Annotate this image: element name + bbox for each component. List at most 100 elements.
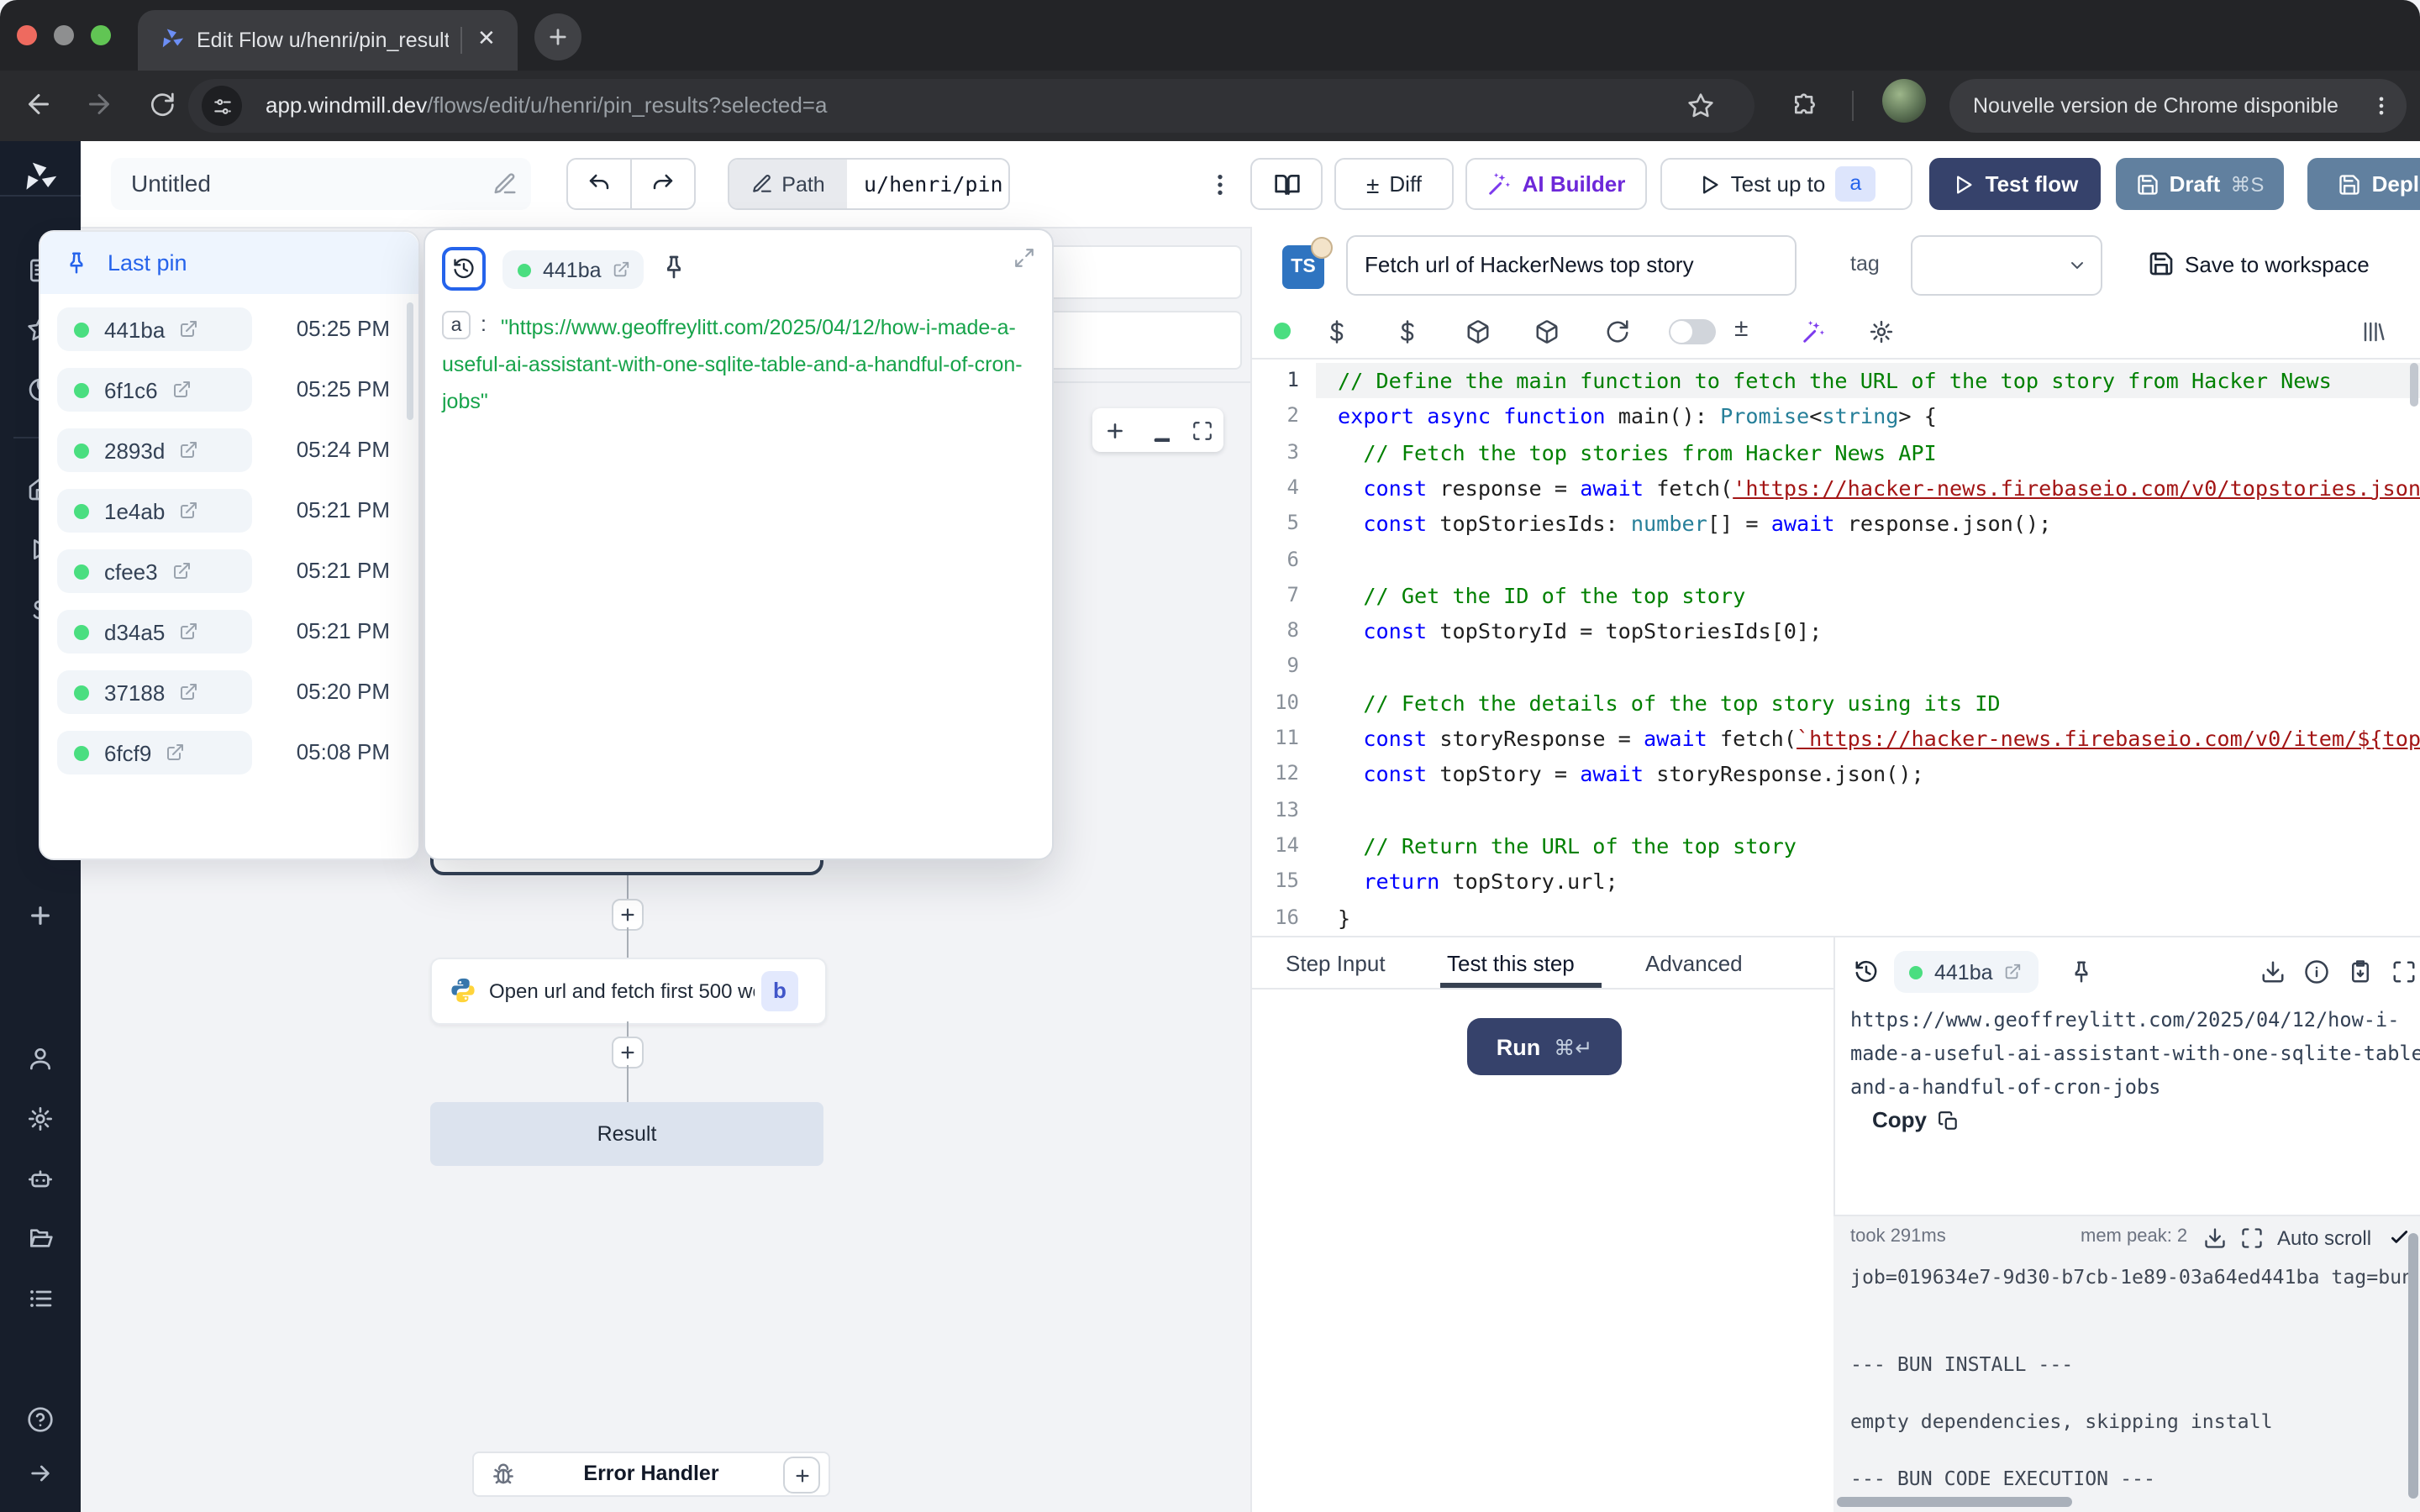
window-zoom-button[interactable] [91, 25, 111, 45]
pin-id-chip[interactable]: 1e4ab [57, 489, 252, 533]
result-history-icon[interactable] [1854, 959, 1879, 984]
external-link-icon[interactable] [178, 622, 198, 642]
browser-tab[interactable]: Edit Flow u/henri/pin_results ✕ [138, 10, 518, 71]
pin-id-chip[interactable]: 441ba [502, 250, 644, 289]
sidebar-item-workers-robot-icon[interactable] [27, 1166, 54, 1193]
site-settings-button[interactable] [202, 86, 242, 126]
path-control[interactable]: Path u/henri/pin [728, 158, 1010, 210]
ai-builder-button[interactable]: AI Builder [1465, 158, 1647, 210]
zoom-out-icon[interactable] [1147, 419, 1169, 441]
pin-row[interactable]: 6fcf9 05:08 PM [40, 727, 418, 778]
pin-icon[interactable] [660, 254, 687, 281]
external-link-icon[interactable] [178, 440, 198, 460]
pin-row[interactable]: d34a5 05:21 PM [40, 606, 418, 657]
log-output[interactable]: job=019634e7-9d30-b7cb-1e89-03a64ed441ba… [1850, 1216, 2412, 1512]
external-link-icon[interactable] [171, 380, 192, 400]
external-link-icon[interactable] [165, 743, 185, 763]
pin-id-chip[interactable]: d34a5 [57, 610, 252, 654]
pin-row[interactable]: 2893d 05:24 PM [40, 425, 418, 475]
deploy-button[interactable]: Deploy [2307, 158, 2420, 210]
diff-button[interactable]: ± Diff [1334, 158, 1454, 210]
logs-vertical-scrollbar[interactable] [2408, 1233, 2418, 1499]
draft-button[interactable]: Draft ⌘S [2116, 158, 2284, 210]
undo-button[interactable] [566, 158, 632, 210]
run-button[interactable]: Run ⌘↵ [1467, 1018, 1622, 1075]
code-editor[interactable]: 1// Define the main function to fetch th… [1252, 227, 2420, 936]
chrome-update-button[interactable]: Nouvelle version de Chrome disponible [1949, 79, 2407, 133]
edit-name-pencil-icon[interactable] [492, 171, 518, 197]
error-handler-node[interactable]: Error Handler [472, 1452, 830, 1497]
result-pin-chip[interactable]: 441ba [1894, 951, 2039, 993]
extensions-icon[interactable] [1791, 92, 1818, 119]
tab-step-input[interactable]: Step Input [1286, 951, 1386, 976]
pin-id-chip[interactable]: 6fcf9 [57, 731, 252, 774]
sidebar-item-add-icon[interactable] [27, 902, 54, 929]
result-node[interactable]: Result [430, 1102, 823, 1166]
profile-avatar[interactable] [1882, 79, 1926, 123]
more-options-kebab-icon[interactable] [1207, 171, 1234, 198]
tab-advanced[interactable]: Advanced [1645, 951, 1743, 976]
flow-name-field[interactable]: Untitled [111, 158, 531, 210]
logs-horizontal-scrollbar[interactable] [1837, 1497, 2072, 1507]
add-error-handler-button[interactable] [783, 1457, 820, 1494]
test-up-to-step-badge[interactable]: a [1835, 166, 1876, 202]
sidebar-item-folders-icon[interactable] [27, 1225, 54, 1252]
pin-id-chip[interactable]: 2893d [57, 428, 252, 472]
flow-node-b[interactable]: Open url and fetch first 500 words of ..… [430, 958, 827, 1025]
pin-time: 05:20 PM [272, 667, 390, 717]
external-link-icon[interactable] [2003, 963, 2022, 981]
tab-test-this-step[interactable]: Test this step [1447, 951, 1575, 976]
windmill-logo-icon[interactable] [22, 160, 59, 197]
external-link-icon[interactable] [612, 260, 630, 279]
external-link-icon[interactable] [171, 561, 192, 581]
sidebar-item-resources-list-icon[interactable] [27, 1285, 54, 1312]
insert-step-button[interactable] [612, 899, 644, 931]
external-link-icon[interactable] [178, 319, 198, 339]
redo-button[interactable] [630, 158, 696, 210]
path-label-segment[interactable]: Path [729, 160, 847, 208]
maximize-result-icon[interactable] [2391, 959, 2417, 984]
zoom-in-icon[interactable] [1103, 419, 1125, 441]
pin-row[interactable]: 37188 05:20 PM [40, 667, 418, 717]
pin-id-chip[interactable]: 6f1c6 [57, 368, 252, 412]
insert-step-button[interactable] [612, 1037, 644, 1068]
info-icon[interactable] [2304, 959, 2329, 984]
chrome-menu-kebab-icon[interactable] [2370, 94, 2393, 118]
sidebar-item-settings-icon[interactable] [27, 1105, 54, 1132]
forward-icon[interactable] [84, 89, 114, 119]
back-icon[interactable] [24, 89, 54, 119]
window-minimize-button[interactable] [54, 25, 74, 45]
pin-row[interactable]: 1e4ab 05:21 PM [40, 486, 418, 536]
sidebar-item-user-icon[interactable] [27, 1045, 54, 1072]
success-dot [74, 322, 89, 337]
pin-row[interactable]: 441ba 05:25 PM [40, 304, 418, 354]
address-bar[interactable]: app.windmill.dev/flows/edit/u/henri/pin_… [188, 79, 1754, 133]
pin-row[interactable]: 6f1c6 05:25 PM [40, 365, 418, 415]
pin-id-chip[interactable]: 37188 [57, 670, 252, 714]
external-link-icon[interactable] [178, 682, 198, 702]
window-close-button[interactable] [17, 25, 37, 45]
fit-view-icon[interactable] [1191, 419, 1213, 441]
new-tab-button[interactable] [534, 13, 581, 60]
pin-history-button[interactable] [442, 247, 486, 291]
pin-id-chip[interactable]: cfee3 [57, 549, 252, 593]
copy-button[interactable]: Copy [1872, 1107, 1927, 1132]
docs-book-button[interactable] [1250, 158, 1323, 210]
clipboard-paste-icon[interactable] [2348, 959, 2373, 984]
copy-icon[interactable] [1938, 1110, 1960, 1132]
bookmark-star-icon[interactable] [1687, 92, 1714, 119]
expand-popup-icon[interactable] [1013, 247, 1035, 269]
pin-icon[interactable] [2069, 959, 2094, 984]
code-scrollbar[interactable] [2410, 363, 2418, 407]
pin-list-scrollbar[interactable] [407, 302, 413, 420]
pin-id-chip[interactable]: 441ba [57, 307, 252, 351]
sidebar-item-help-icon[interactable] [27, 1406, 54, 1433]
test-up-to-button[interactable]: Test up to a [1660, 158, 1912, 210]
sidebar-expand-arrow-icon[interactable] [27, 1460, 54, 1487]
pin-row[interactable]: cfee3 05:21 PM [40, 546, 418, 596]
test-flow-button[interactable]: Test flow [1929, 158, 2101, 210]
download-result-icon[interactable] [2260, 959, 2286, 984]
tab-close-icon[interactable]: ✕ [477, 25, 496, 52]
reload-icon[interactable] [148, 91, 175, 118]
external-link-icon[interactable] [178, 501, 198, 521]
